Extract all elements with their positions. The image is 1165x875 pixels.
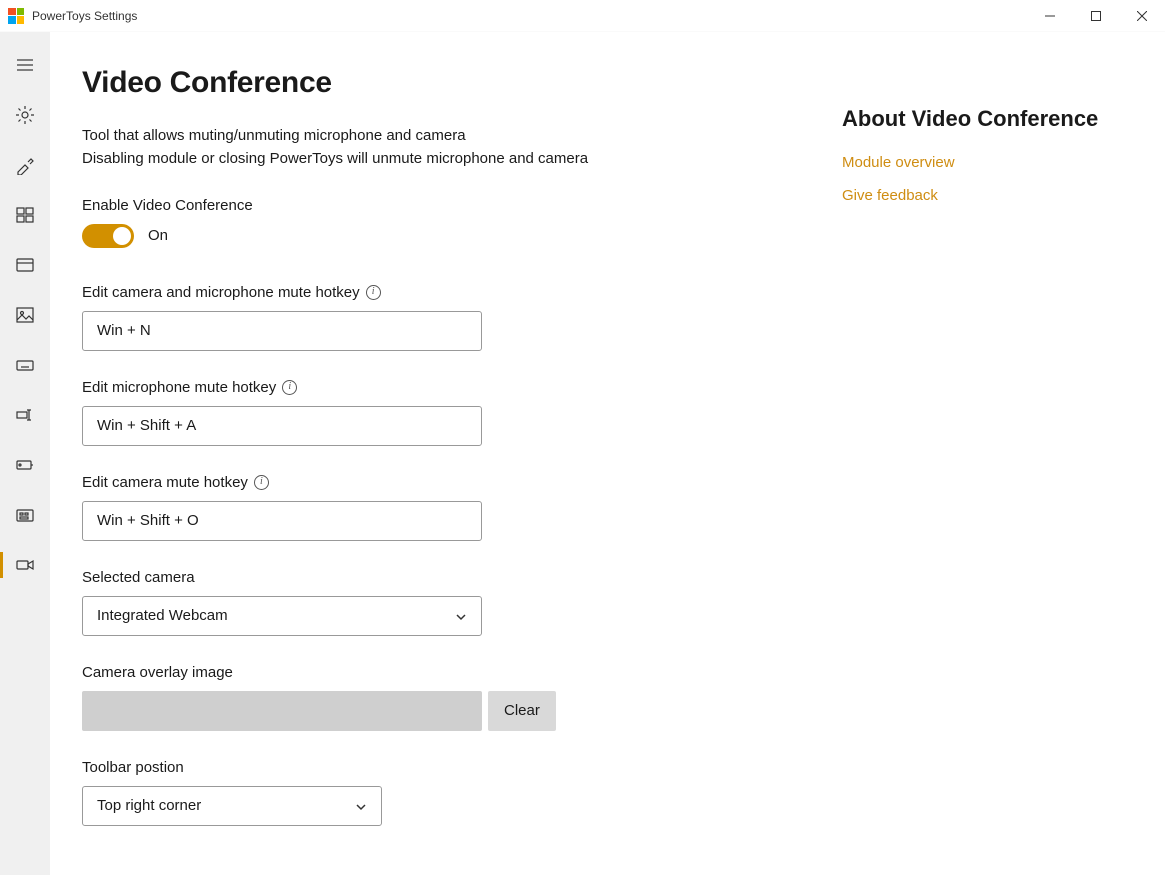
sidebar-item-run[interactable] <box>0 440 50 490</box>
hotkey-cam-label: Edit camera mute hotkey <box>82 474 802 491</box>
gear-icon <box>15 105 35 125</box>
aside-title: About Video Conference <box>842 106 1125 132</box>
video-icon <box>15 555 35 575</box>
overlay-label: Camera overlay image <box>82 664 802 681</box>
app-icon <box>8 8 24 24</box>
chevron-down-icon <box>455 610 467 622</box>
zones-icon <box>15 205 35 225</box>
chevron-down-icon <box>355 800 367 812</box>
clear-button[interactable]: Clear <box>488 691 556 731</box>
info-icon[interactable] <box>282 380 297 395</box>
enable-label: Enable Video Conference <box>82 197 802 214</box>
sidebar-item-keyboard[interactable] <box>0 340 50 390</box>
toolbar-position-select[interactable]: Top right corner <box>82 786 382 826</box>
aside: About Video Conference Module overview G… <box>842 66 1165 875</box>
keyboard-icon <box>15 355 35 375</box>
selected-camera-select[interactable]: Integrated Webcam <box>82 596 482 636</box>
sidebar <box>0 32 50 875</box>
overlay-image-input[interactable] <box>82 691 482 731</box>
hotkey-mic-label: Edit microphone mute hotkey <box>82 379 802 396</box>
hotkey-both-input[interactable]: Win + N <box>82 311 482 351</box>
shortcut-icon <box>15 505 35 525</box>
sidebar-item-videoconference[interactable] <box>0 540 50 590</box>
info-icon[interactable] <box>366 285 381 300</box>
titlebar: PowerToys Settings <box>0 0 1165 32</box>
window-title: PowerToys Settings <box>32 9 137 23</box>
preview-icon <box>15 255 35 275</box>
selected-camera-label: Selected camera <box>82 569 802 586</box>
info-icon[interactable] <box>254 475 269 490</box>
link-give-feedback[interactable]: Give feedback <box>842 187 1125 204</box>
sidebar-item-powerrename[interactable] <box>0 390 50 440</box>
sidebar-item-general[interactable] <box>0 90 50 140</box>
toolbar-position-label: Toolbar postion <box>82 759 802 776</box>
enable-toggle[interactable] <box>82 224 134 248</box>
run-icon <box>15 455 35 475</box>
rename-icon <box>15 405 35 425</box>
sidebar-item-fancyzones[interactable] <box>0 190 50 240</box>
hotkey-cam-input[interactable]: Win + Shift + O <box>82 501 482 541</box>
sidebar-item-imageresizer[interactable] <box>0 290 50 340</box>
enable-state: On <box>148 227 168 244</box>
page-description: Tool that allows muting/unmuting microph… <box>82 124 802 171</box>
sidebar-item-colorpicker[interactable] <box>0 140 50 190</box>
page-title: Video Conference <box>82 66 802 100</box>
minimize-button[interactable] <box>1027 0 1073 32</box>
close-button[interactable] <box>1119 0 1165 32</box>
link-module-overview[interactable]: Module overview <box>842 154 1125 171</box>
image-icon <box>15 305 35 325</box>
hotkey-both-label: Edit camera and microphone mute hotkey <box>82 284 802 301</box>
eyedropper-icon <box>15 155 35 175</box>
sidebar-hamburger[interactable] <box>0 40 50 90</box>
sidebar-item-fileexplorer[interactable] <box>0 240 50 290</box>
maximize-button[interactable] <box>1073 0 1119 32</box>
hotkey-mic-input[interactable]: Win + Shift + A <box>82 406 482 446</box>
content-area: Video Conference Tool that allows muting… <box>50 32 1165 875</box>
sidebar-item-shortcutguide[interactable] <box>0 490 50 540</box>
